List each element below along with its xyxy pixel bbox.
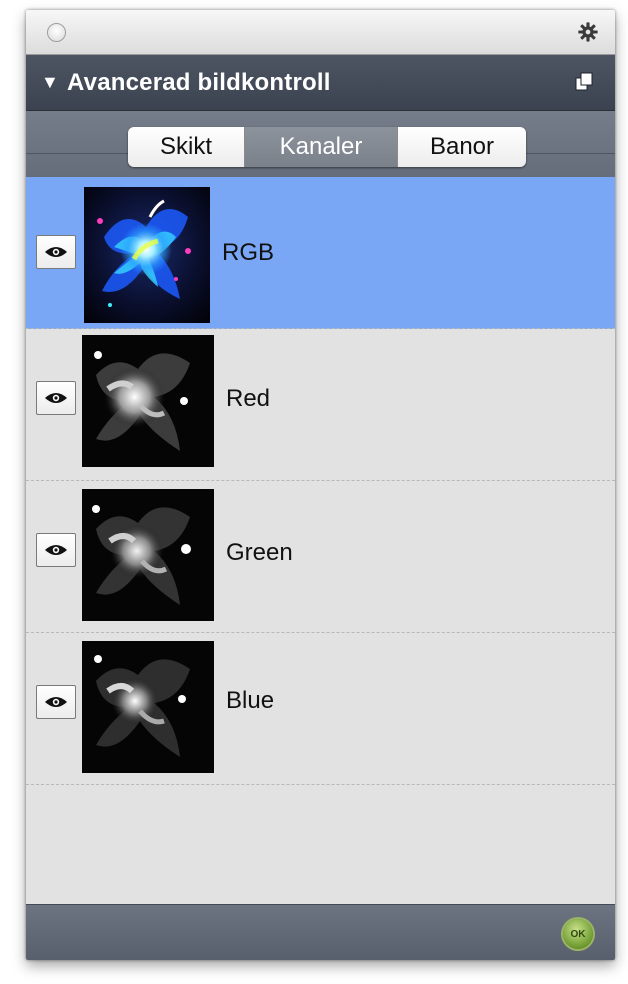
eye-icon — [45, 697, 67, 707]
channel-thumbnail-rgb — [84, 187, 210, 323]
tab-banor[interactable]: Banor — [398, 127, 526, 167]
close-window-button[interactable] — [47, 23, 66, 42]
visibility-toggle-rgb[interactable] — [36, 235, 76, 269]
segmented-tabs: Skikt Kanaler Banor — [128, 127, 526, 167]
eye-icon — [45, 393, 67, 403]
channel-label-rgb: RGB — [222, 239, 275, 266]
channel-thumbnail-blue — [82, 641, 214, 773]
tab-skikt[interactable]: Skikt — [128, 127, 245, 167]
window-titlebar — [26, 10, 615, 55]
panel-header[interactable]: ▼ Avancerad bildkontroll — [26, 55, 615, 111]
channel-row-rgb[interactable]: RGB — [26, 177, 615, 329]
eye-icon — [45, 545, 67, 555]
visibility-toggle-green[interactable] — [36, 533, 76, 567]
channel-label-green: Green — [226, 539, 293, 566]
panel-title-label: Avancerad bildkontroll — [67, 69, 331, 96]
gear-icon[interactable] — [577, 21, 599, 43]
visibility-toggle-red[interactable] — [36, 381, 76, 415]
detach-panel-icon[interactable] — [573, 71, 595, 93]
ok-button[interactable]: OK — [563, 919, 593, 949]
channel-thumbnail-red — [82, 335, 214, 467]
channel-label-blue: Blue — [226, 687, 275, 714]
channel-row-green[interactable]: Green — [26, 481, 615, 633]
panel-footer: OK — [26, 904, 615, 960]
channel-label-red: Red — [226, 385, 271, 412]
tab-kanaler[interactable]: Kanaler — [245, 127, 398, 167]
channel-thumbnail-green — [82, 489, 214, 621]
channel-row-blue[interactable]: Blue — [26, 633, 615, 785]
channel-row-red[interactable]: Red — [26, 329, 615, 481]
tab-bar: Skikt Kanaler Banor — [26, 111, 615, 177]
panel-title[interactable]: ▼ Avancerad bildkontroll — [41, 69, 331, 97]
visibility-toggle-blue[interactable] — [36, 685, 76, 719]
disclosure-triangle-icon[interactable]: ▼ — [41, 72, 59, 92]
eye-icon — [45, 247, 67, 257]
channel-list: RGB Red Green Blue — [26, 177, 615, 904]
advanced-image-control-window: ▼ Avancerad bildkontroll Skikt Kanaler Ba… — [26, 10, 615, 960]
